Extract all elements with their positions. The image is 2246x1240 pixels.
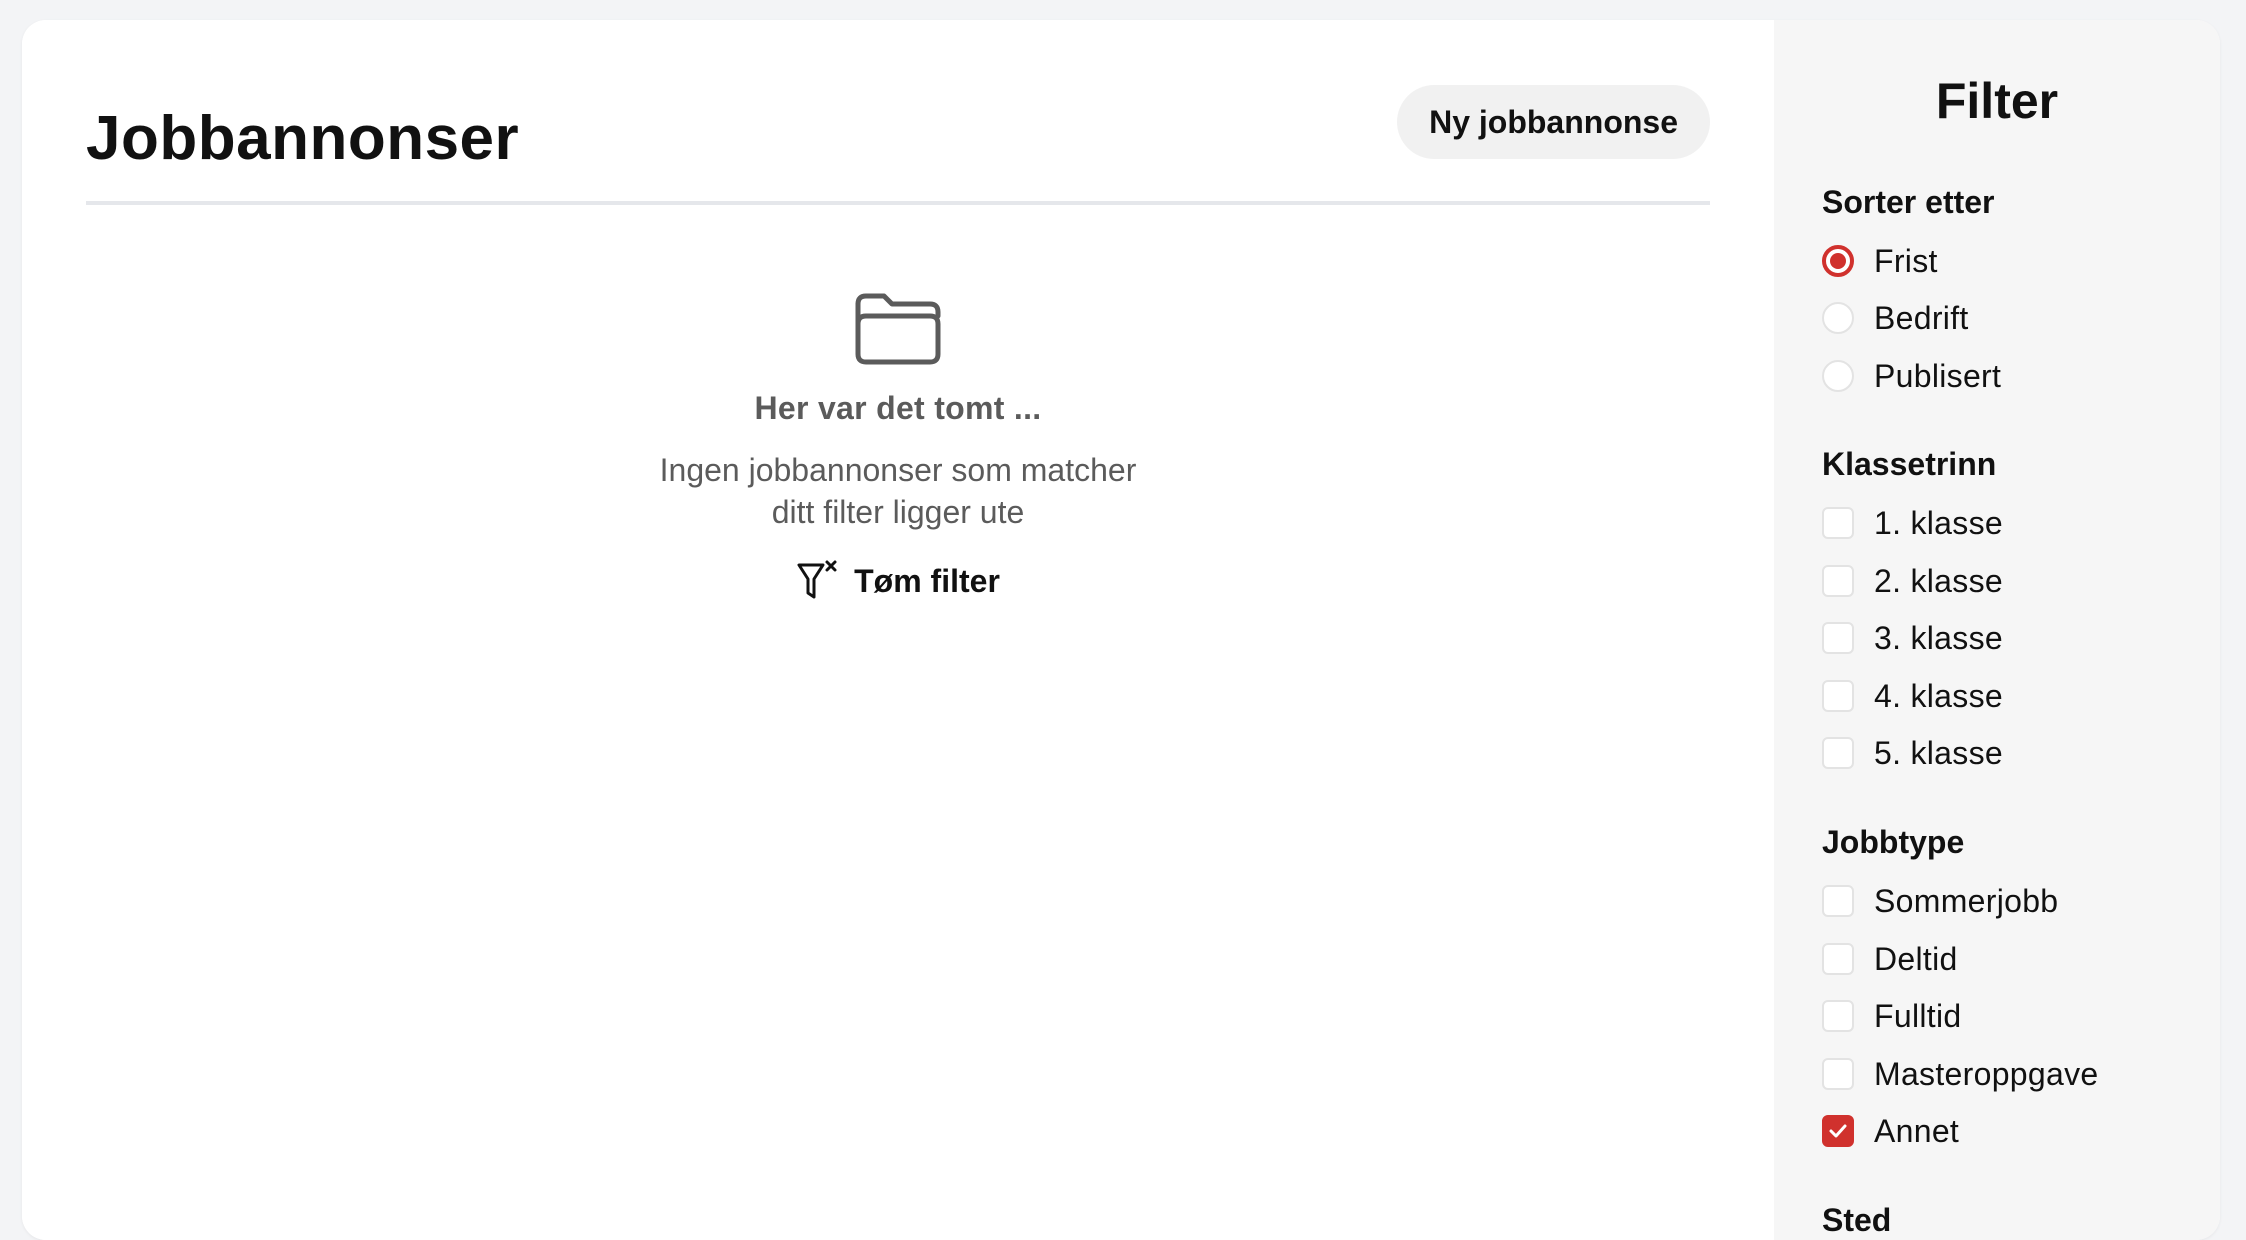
checkbox[interactable]: [1822, 1115, 1854, 1147]
checkbox[interactable]: [1822, 943, 1854, 975]
class-option-2[interactable]: 2. klasse: [1822, 561, 2003, 601]
jobtype-option-annet[interactable]: Annet: [1822, 1111, 1959, 1151]
radio-button[interactable]: [1822, 245, 1854, 277]
page-header: Jobbannonser Ny jobbannonse: [86, 83, 1710, 205]
checkmark-icon: [1829, 1124, 1847, 1138]
class-section-title: Klassetrinn: [1822, 446, 1997, 482]
class-option-5[interactable]: 5. klasse: [1822, 733, 2003, 773]
sort-option-bedrift[interactable]: Bedrift: [1822, 298, 1969, 338]
jobtype-section-title: Jobbtype: [1822, 824, 1965, 860]
new-job-listing-button[interactable]: Ny jobbannonse: [1397, 85, 1710, 159]
jobtype-option-masteroppgave[interactable]: Masteroppgave: [1822, 1054, 2098, 1094]
sort-section-title: Sorter etter: [1822, 184, 1995, 220]
checkbox[interactable]: [1822, 622, 1854, 654]
radio-button[interactable]: [1822, 360, 1854, 392]
main-content: Jobbannonser Ny jobbannonse Her var det …: [22, 20, 1774, 1240]
option-label: Deltid: [1874, 940, 1958, 977]
folder-icon: [855, 293, 941, 365]
filter-title: Filter: [1935, 73, 2059, 129]
option-label: Publisert: [1874, 357, 2002, 394]
page-title: Jobbannonser: [86, 104, 520, 173]
checkbox[interactable]: [1822, 1000, 1854, 1032]
checkbox[interactable]: [1822, 507, 1854, 539]
empty-state-text-line: Ingen jobbannonser som matcher: [659, 452, 1137, 488]
class-option-3[interactable]: 3. klasse: [1822, 618, 2003, 658]
option-label: Sommerjobb: [1874, 882, 2059, 919]
option-label: Masteroppgave: [1874, 1055, 2099, 1092]
content-card: Jobbannonser Ny jobbannonse Her var det …: [22, 20, 2220, 1240]
option-label: 4. klasse: [1874, 677, 2003, 714]
option-label: Frist: [1874, 242, 1938, 279]
option-label: 3. klasse: [1874, 619, 2003, 656]
sort-option-frist[interactable]: Frist: [1822, 241, 1938, 281]
filter-clear-icon: [797, 560, 837, 599]
class-option-1[interactable]: 1. klasse: [1822, 503, 2003, 543]
checkbox[interactable]: [1822, 1058, 1854, 1090]
option-label: 5. klasse: [1874, 734, 2003, 771]
class-option-4[interactable]: 4. klasse: [1822, 676, 2003, 716]
empty-state: Her var det tomt ... Ingen jobbannonser …: [22, 290, 1774, 603]
option-label: 1. klasse: [1874, 504, 2003, 541]
option-label: Annet: [1874, 1112, 1960, 1149]
option-label: Fulltid: [1874, 997, 1962, 1034]
empty-state-title: Her var det tomt ...: [754, 390, 1042, 426]
jobtype-option-sommerjobb[interactable]: Sommerjobb: [1822, 881, 2058, 921]
empty-state-text-line: ditt filter ligger ute: [771, 494, 1025, 530]
checkbox[interactable]: [1822, 737, 1854, 769]
jobtype-option-deltid[interactable]: Deltid: [1822, 939, 1958, 979]
checkbox[interactable]: [1822, 680, 1854, 712]
clear-filter-label: Tøm filter: [854, 562, 1000, 599]
clear-filter-button[interactable]: Tøm filter: [796, 559, 1000, 603]
checkbox[interactable]: [1822, 885, 1854, 917]
filter-sidebar: Filter Sorter etter Frist Bedrift Publis…: [1774, 20, 2220, 1240]
checkbox[interactable]: [1822, 565, 1854, 597]
location-section-title: Sted: [1822, 1202, 1892, 1238]
option-label: Bedrift: [1874, 299, 1969, 336]
sort-option-publisert[interactable]: Publisert: [1822, 356, 2001, 396]
empty-state-text: Ingen jobbannonser som matcher ditt filt…: [618, 449, 1178, 533]
radio-button[interactable]: [1822, 302, 1854, 334]
jobtype-option-fulltid[interactable]: Fulltid: [1822, 996, 1961, 1036]
option-label: 2. klasse: [1874, 562, 2003, 599]
